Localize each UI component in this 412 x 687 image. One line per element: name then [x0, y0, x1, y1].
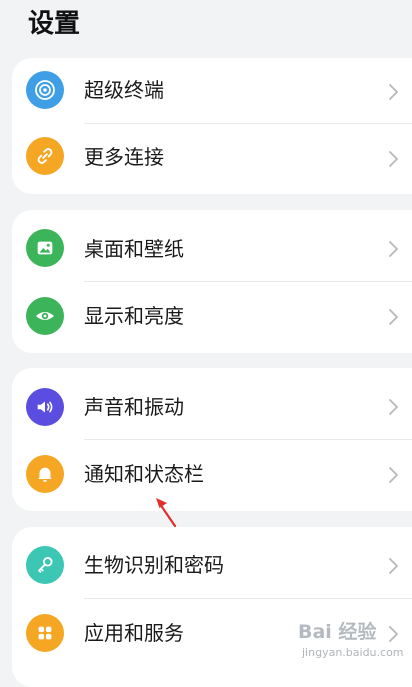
settings-item-desktop-wallpaper[interactable]: 桌面和壁纸 — [12, 210, 412, 282]
settings-group-display: 桌面和壁纸 显示和亮度 — [12, 210, 412, 353]
settings-group-security-apps: 生物识别和密码 应用和服务 — [12, 527, 412, 687]
chevron-right-icon — [389, 399, 398, 415]
settings-group-connect: 超级终端 更多连接 — [12, 58, 412, 194]
settings-item-label: 桌面和壁纸 — [84, 237, 184, 261]
chevron-right-icon — [389, 626, 398, 642]
settings-item-notification-statusbar[interactable]: 通知和状态栏 — [12, 440, 412, 511]
settings-item-label: 声音和振动 — [84, 395, 184, 419]
settings-item-biometrics-password[interactable]: 生物识别和密码 — [12, 527, 412, 599]
settings-item-label: 生物识别和密码 — [84, 553, 224, 577]
chevron-right-icon — [389, 467, 398, 483]
super-device-icon — [26, 71, 64, 109]
key-icon — [26, 546, 64, 584]
chevron-right-icon — [389, 309, 398, 325]
link-icon — [26, 137, 64, 175]
page-title: 设置 — [28, 9, 81, 39]
settings-item-label: 应用和服务 — [84, 621, 184, 645]
chevron-right-icon — [389, 241, 398, 257]
settings-item-sound-vibration[interactable]: 声音和振动 — [12, 368, 412, 440]
settings-item-display-brightness[interactable]: 显示和亮度 — [12, 282, 412, 353]
settings-item-more-connections[interactable]: 更多连接 — [12, 124, 412, 194]
wallpaper-icon — [26, 229, 64, 267]
apps-icon — [26, 614, 64, 652]
settings-group-sound-notify: 声音和振动 通知和状态栏 — [12, 368, 412, 511]
speaker-icon — [26, 388, 64, 426]
chevron-right-icon — [389, 84, 398, 100]
chevron-right-icon — [389, 151, 398, 167]
settings-item-label: 通知和状态栏 — [84, 462, 204, 486]
settings-item-label: 显示和亮度 — [84, 304, 184, 328]
chevron-right-icon — [389, 558, 398, 574]
bell-icon — [26, 455, 64, 493]
eye-icon — [26, 297, 64, 335]
settings-item-label: 更多连接 — [84, 145, 164, 169]
settings-item-super-device[interactable]: 超级终端 — [12, 58, 412, 130]
settings-item-apps-services[interactable]: 应用和服务 — [12, 599, 412, 671]
settings-item-label: 超级终端 — [84, 78, 164, 102]
